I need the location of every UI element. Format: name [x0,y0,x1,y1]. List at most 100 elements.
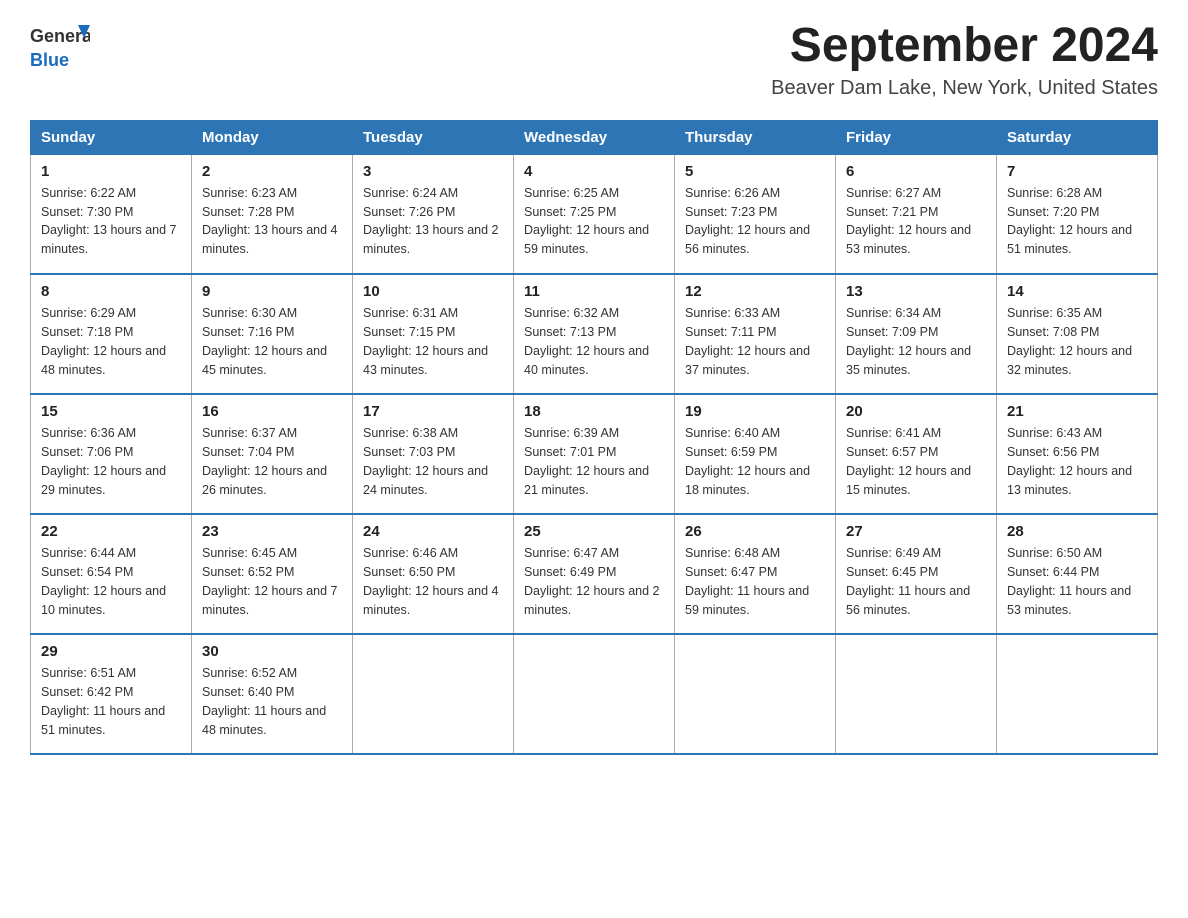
day-info: Sunrise: 6:28 AM Sunset: 7:20 PM Dayligh… [1007,184,1147,259]
day-info: Sunrise: 6:50 AM Sunset: 6:44 PM Dayligh… [1007,544,1147,619]
day-number: 12 [685,283,825,300]
day-number: 2 [202,163,342,180]
day-info: Sunrise: 6:47 AM Sunset: 6:49 PM Dayligh… [524,544,664,619]
day-number: 21 [1007,403,1147,420]
day-info: Sunrise: 6:32 AM Sunset: 7:13 PM Dayligh… [524,304,664,379]
day-info: Sunrise: 6:25 AM Sunset: 7:25 PM Dayligh… [524,184,664,259]
calendar-cell: 28 Sunrise: 6:50 AM Sunset: 6:44 PM Dayl… [997,514,1158,634]
day-number: 28 [1007,523,1147,540]
day-number: 3 [363,163,503,180]
day-number: 20 [846,403,986,420]
calendar-cell: 17 Sunrise: 6:38 AM Sunset: 7:03 PM Dayl… [353,394,514,514]
calendar-cell: 15 Sunrise: 6:36 AM Sunset: 7:06 PM Dayl… [31,394,192,514]
day-info: Sunrise: 6:34 AM Sunset: 7:09 PM Dayligh… [846,304,986,379]
day-info: Sunrise: 6:24 AM Sunset: 7:26 PM Dayligh… [363,184,503,259]
day-number: 13 [846,283,986,300]
weekday-header-saturday: Saturday [997,120,1158,154]
title-area: September 2024 Beaver Dam Lake, New York… [771,20,1158,100]
week-row-4: 22 Sunrise: 6:44 AM Sunset: 6:54 PM Dayl… [31,514,1158,634]
calendar-cell: 4 Sunrise: 6:25 AM Sunset: 7:25 PM Dayli… [514,154,675,274]
calendar-cell [836,634,997,754]
day-info: Sunrise: 6:30 AM Sunset: 7:16 PM Dayligh… [202,304,342,379]
day-info: Sunrise: 6:26 AM Sunset: 7:23 PM Dayligh… [685,184,825,259]
calendar-cell: 21 Sunrise: 6:43 AM Sunset: 6:56 PM Dayl… [997,394,1158,514]
day-number: 15 [41,403,181,420]
month-title: September 2024 [771,20,1158,73]
day-number: 4 [524,163,664,180]
day-number: 19 [685,403,825,420]
day-info: Sunrise: 6:48 AM Sunset: 6:47 PM Dayligh… [685,544,825,619]
week-row-1: 1 Sunrise: 6:22 AM Sunset: 7:30 PM Dayli… [31,154,1158,274]
weekday-header-thursday: Thursday [675,120,836,154]
weekday-header-monday: Monday [192,120,353,154]
calendar-cell: 20 Sunrise: 6:41 AM Sunset: 6:57 PM Dayl… [836,394,997,514]
day-info: Sunrise: 6:40 AM Sunset: 6:59 PM Dayligh… [685,424,825,499]
day-info: Sunrise: 6:37 AM Sunset: 7:04 PM Dayligh… [202,424,342,499]
day-number: 17 [363,403,503,420]
week-row-5: 29 Sunrise: 6:51 AM Sunset: 6:42 PM Dayl… [31,634,1158,754]
calendar-cell [353,634,514,754]
day-info: Sunrise: 6:51 AM Sunset: 6:42 PM Dayligh… [41,664,181,739]
weekday-header-friday: Friday [836,120,997,154]
day-info: Sunrise: 6:31 AM Sunset: 7:15 PM Dayligh… [363,304,503,379]
day-info: Sunrise: 6:33 AM Sunset: 7:11 PM Dayligh… [685,304,825,379]
day-number: 27 [846,523,986,540]
location-subtitle: Beaver Dam Lake, New York, United States [771,77,1158,100]
day-info: Sunrise: 6:29 AM Sunset: 7:18 PM Dayligh… [41,304,181,379]
calendar-cell: 10 Sunrise: 6:31 AM Sunset: 7:15 PM Dayl… [353,274,514,394]
calendar-table: SundayMondayTuesdayWednesdayThursdayFrid… [30,120,1158,756]
day-number: 29 [41,643,181,660]
calendar-cell: 23 Sunrise: 6:45 AM Sunset: 6:52 PM Dayl… [192,514,353,634]
calendar-cell: 13 Sunrise: 6:34 AM Sunset: 7:09 PM Dayl… [836,274,997,394]
day-info: Sunrise: 6:36 AM Sunset: 7:06 PM Dayligh… [41,424,181,499]
calendar-cell: 1 Sunrise: 6:22 AM Sunset: 7:30 PM Dayli… [31,154,192,274]
day-info: Sunrise: 6:46 AM Sunset: 6:50 PM Dayligh… [363,544,503,619]
day-number: 18 [524,403,664,420]
weekday-header-wednesday: Wednesday [514,120,675,154]
day-number: 1 [41,163,181,180]
calendar-cell: 16 Sunrise: 6:37 AM Sunset: 7:04 PM Dayl… [192,394,353,514]
weekday-header-tuesday: Tuesday [353,120,514,154]
calendar-cell: 9 Sunrise: 6:30 AM Sunset: 7:16 PM Dayli… [192,274,353,394]
calendar-cell [997,634,1158,754]
day-number: 24 [363,523,503,540]
day-number: 10 [363,283,503,300]
calendar-cell: 25 Sunrise: 6:47 AM Sunset: 6:49 PM Dayl… [514,514,675,634]
calendar-cell: 6 Sunrise: 6:27 AM Sunset: 7:21 PM Dayli… [836,154,997,274]
day-number: 22 [41,523,181,540]
day-info: Sunrise: 6:43 AM Sunset: 6:56 PM Dayligh… [1007,424,1147,499]
day-number: 11 [524,283,664,300]
day-number: 7 [1007,163,1147,180]
day-info: Sunrise: 6:35 AM Sunset: 7:08 PM Dayligh… [1007,304,1147,379]
day-info: Sunrise: 6:38 AM Sunset: 7:03 PM Dayligh… [363,424,503,499]
calendar-cell: 22 Sunrise: 6:44 AM Sunset: 6:54 PM Dayl… [31,514,192,634]
day-number: 25 [524,523,664,540]
header: General Blue September 2024 Beaver Dam L… [30,20,1158,100]
logo-icon: General Blue [30,20,90,75]
calendar-cell [675,634,836,754]
day-info: Sunrise: 6:22 AM Sunset: 7:30 PM Dayligh… [41,184,181,259]
day-info: Sunrise: 6:45 AM Sunset: 6:52 PM Dayligh… [202,544,342,619]
calendar-cell: 8 Sunrise: 6:29 AM Sunset: 7:18 PM Dayli… [31,274,192,394]
day-number: 23 [202,523,342,540]
calendar-cell: 24 Sunrise: 6:46 AM Sunset: 6:50 PM Dayl… [353,514,514,634]
calendar-cell: 11 Sunrise: 6:32 AM Sunset: 7:13 PM Dayl… [514,274,675,394]
day-number: 5 [685,163,825,180]
day-number: 26 [685,523,825,540]
logo: General Blue [30,20,90,80]
calendar-cell: 7 Sunrise: 6:28 AM Sunset: 7:20 PM Dayli… [997,154,1158,274]
calendar-cell: 26 Sunrise: 6:48 AM Sunset: 6:47 PM Dayl… [675,514,836,634]
calendar-cell: 12 Sunrise: 6:33 AM Sunset: 7:11 PM Dayl… [675,274,836,394]
calendar-cell: 14 Sunrise: 6:35 AM Sunset: 7:08 PM Dayl… [997,274,1158,394]
day-info: Sunrise: 6:27 AM Sunset: 7:21 PM Dayligh… [846,184,986,259]
day-number: 8 [41,283,181,300]
day-info: Sunrise: 6:39 AM Sunset: 7:01 PM Dayligh… [524,424,664,499]
weekday-header-sunday: Sunday [31,120,192,154]
day-info: Sunrise: 6:41 AM Sunset: 6:57 PM Dayligh… [846,424,986,499]
day-info: Sunrise: 6:23 AM Sunset: 7:28 PM Dayligh… [202,184,342,259]
calendar-cell: 5 Sunrise: 6:26 AM Sunset: 7:23 PM Dayli… [675,154,836,274]
day-info: Sunrise: 6:44 AM Sunset: 6:54 PM Dayligh… [41,544,181,619]
calendar-cell: 27 Sunrise: 6:49 AM Sunset: 6:45 PM Dayl… [836,514,997,634]
day-number: 30 [202,643,342,660]
calendar-cell: 2 Sunrise: 6:23 AM Sunset: 7:28 PM Dayli… [192,154,353,274]
